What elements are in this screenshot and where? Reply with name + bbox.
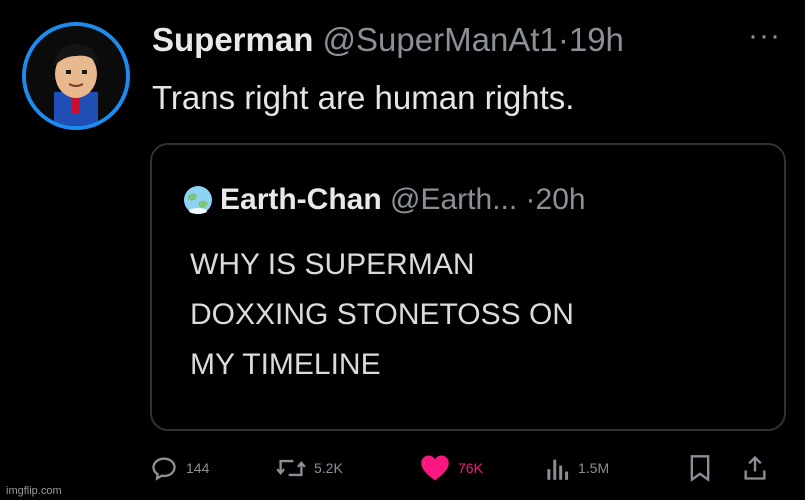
watermark: imgflip.com [6, 485, 62, 497]
quoted-separator-dot: · [525, 183, 536, 216]
tweet-text: Trans right are human rights. [152, 79, 575, 116]
bookmark-button[interactable] [688, 452, 712, 484]
retweet-count: 5.2K [314, 460, 343, 476]
quoted-time[interactable]: 20h [536, 180, 586, 220]
retweet-icon [276, 459, 306, 477]
author-handle[interactable]: @SuperManAt1 [323, 21, 558, 58]
views-icon [547, 459, 569, 480]
share-icon [744, 455, 766, 480]
avatar-image [26, 26, 126, 126]
tweet-time[interactable]: 19h [569, 21, 624, 58]
author-name[interactable]: Superman [152, 21, 313, 58]
action-bar: 144 5.2K 76K 1.5M [150, 452, 790, 484]
quoted-author-handle[interactable]: @Earth... [390, 180, 517, 220]
heart-icon [421, 455, 449, 481]
retweet-button[interactable]: 5.2K [276, 452, 343, 484]
quoted-text-line: MY TIMELINE [190, 348, 381, 381]
more-options-button[interactable]: ··· [748, 18, 781, 54]
avatar[interactable] [22, 22, 130, 130]
views-count: 1.5M [578, 460, 610, 476]
tweet-header: Superman @SuperManAt1·19h [152, 18, 624, 62]
separator-dot: · [557, 21, 569, 58]
quoted-tweet-header: Earth-Chan @Earth... · 20h [182, 180, 586, 220]
like-count: 76K [458, 460, 483, 476]
quoted-text-line: WHY IS SUPERMAN [190, 248, 475, 281]
bookmark-icon [690, 455, 710, 482]
share-button[interactable] [742, 452, 768, 484]
tweet[interactable]: Superman @SuperManAt1·19h ··· Trans righ… [0, 0, 805, 500]
globe-icon [184, 186, 212, 214]
quoted-text-line: DOXXING STONETOSS ON [190, 298, 574, 331]
quoted-tweet[interactable]: Earth-Chan @Earth... · 20h WHY IS SUPERMA… [150, 143, 786, 431]
reply-button[interactable]: 144 [150, 452, 209, 484]
like-button[interactable]: 76K [420, 452, 483, 484]
views-button[interactable]: 1.5M [546, 452, 609, 484]
quoted-author-name[interactable]: Earth-Chan [220, 180, 382, 220]
reply-icon [152, 457, 176, 481]
quoted-tweet-text: WHY IS SUPERMAN DOXXING STONETOSS ON MY … [190, 240, 574, 390]
reply-count: 144 [186, 460, 210, 476]
